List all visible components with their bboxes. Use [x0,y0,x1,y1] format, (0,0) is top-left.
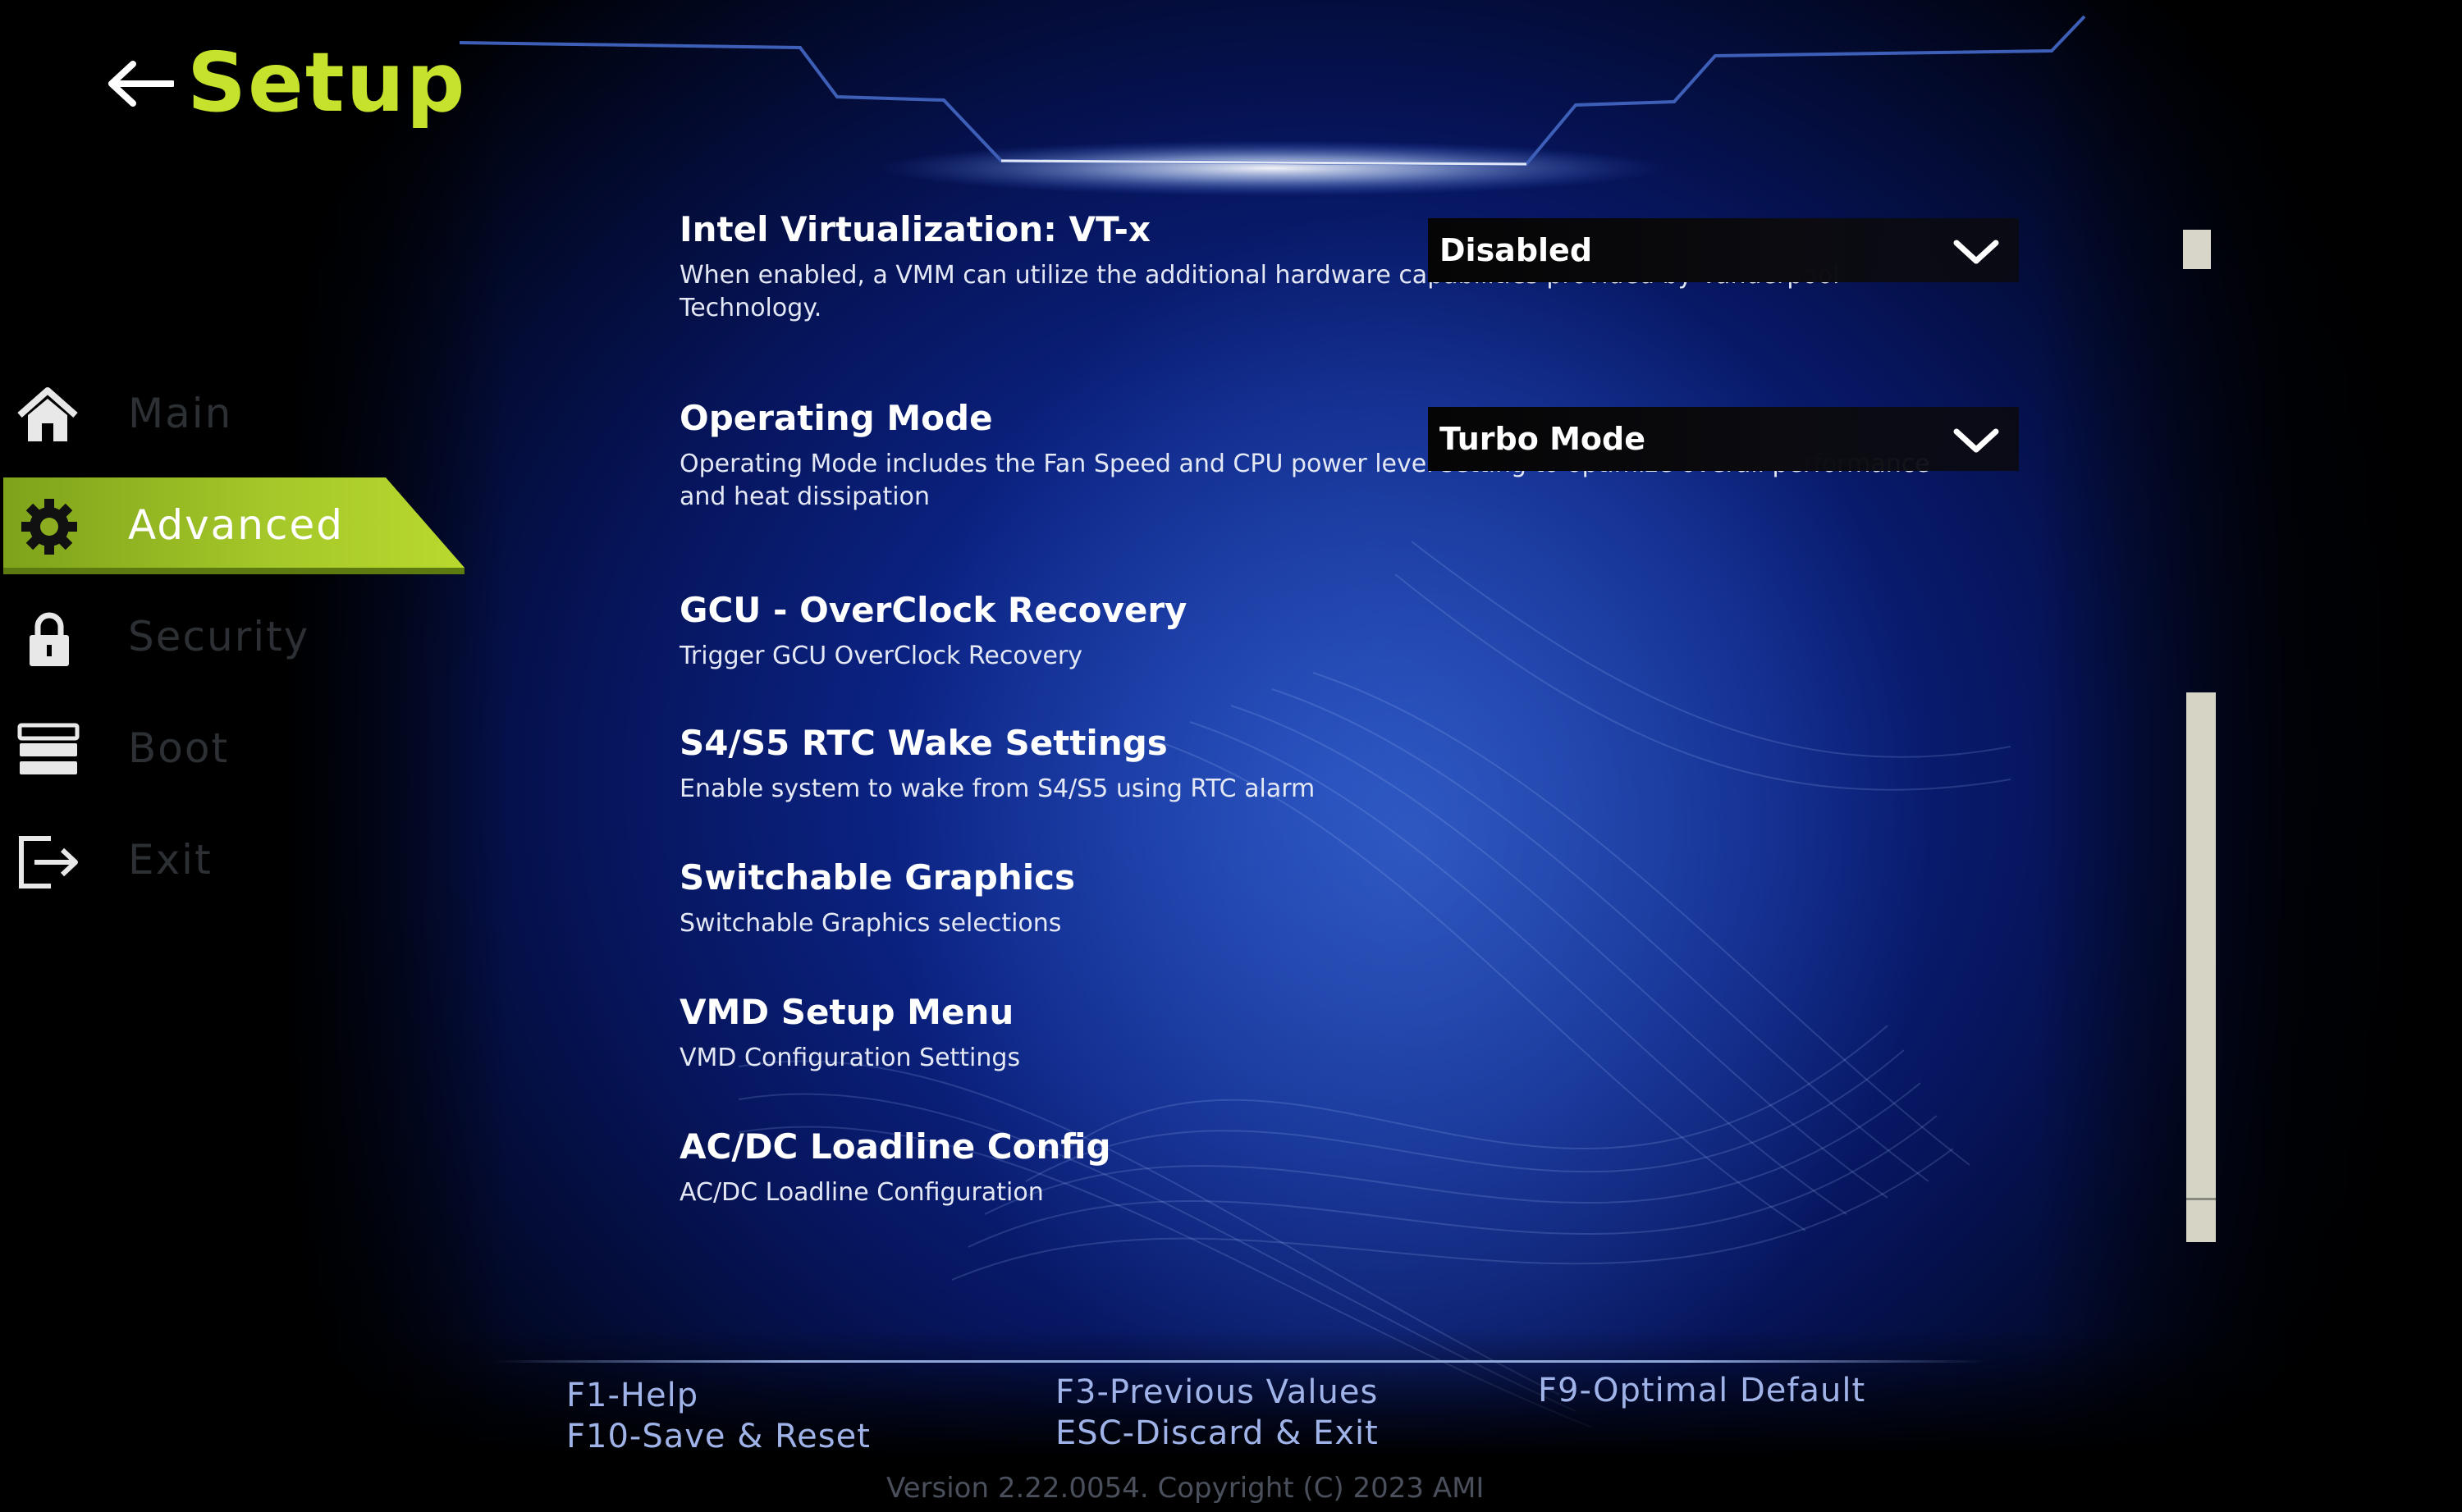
setting-acdc-loadline[interactable]: AC/DC Loadline Config AC/DC Loadline Con… [680,1126,1935,1209]
sidebar-item-label: Security [128,613,310,660]
sidebar-item-advanced[interactable]: Advanced [0,476,468,574]
exit-icon [19,836,78,888]
setting-description: AC/DC Loadline Configuration [680,1178,1044,1207]
version-text: Version 2.22.0054. Copyright (C) 2023 AM… [886,1472,1485,1505]
sidebar-item-security[interactable]: Security [0,587,468,686]
home-icon [17,387,78,441]
footer-divider [492,1360,1986,1363]
scrollbar-thumb[interactable] [2186,692,2216,1242]
hint-esc-discard-exit: ESC-Discard & Exit [1055,1414,1379,1452]
setting-title: Switchable Graphics [680,857,1076,898]
setting-description: Enable system to wake from S4/S5 using R… [680,774,1316,803]
sidebar-item-label: Advanced [128,501,344,549]
operating-mode-dropdown[interactable]: Turbo Mode [1428,407,2019,471]
setting-title: AC/DC Loadline Config [680,1126,1111,1167]
sidebar-item-label: Exit [128,836,213,884]
setting-description: Switchable Graphics selections [680,909,1062,938]
right-shade [2035,0,2462,1512]
bios-screen: Setup Main Advanced Security Boot Exit I… [0,0,2462,1512]
page-title: Setup [187,34,467,130]
stack-icon [17,723,80,774]
setting-title: VMD Setup Menu [680,992,1014,1032]
scrollbar-top-marker[interactable] [2183,230,2211,269]
chevron-down-icon [1953,428,1999,453]
sidebar-item-boot[interactable]: Boot [0,699,468,797]
setting-gcu-overclock-recovery[interactable]: GCU - OverClock Recovery Trigger GCU Ove… [680,589,1935,673]
dropdown-value: Disabled [1439,232,1593,268]
hint-f9-optimal-default: F9-Optimal Default [1538,1372,1866,1409]
dropdown-value: Turbo Mode [1439,421,1645,457]
setting-description: VMD Configuration Settings [680,1044,1021,1072]
vtx-dropdown[interactable]: Disabled [1428,218,2019,282]
setting-switchable-graphics[interactable]: Switchable Graphics Switchable Graphics … [680,856,1935,940]
hint-f10-save-reset: F10-Save & Reset [566,1418,871,1455]
hint-f1-help: F1-Help [566,1377,699,1414]
sidebar-item-label: Main [128,390,233,437]
sidebar-item-exit[interactable]: Exit [0,811,468,909]
sidebar-item-main[interactable]: Main [0,364,468,463]
scrollbar-notch [2186,1198,2216,1200]
hint-f3-previous-values: F3-Previous Values [1055,1373,1379,1411]
chevron-down-icon [1953,240,1999,264]
setting-vmd-setup-menu[interactable]: VMD Setup Menu VMD Configuration Setting… [680,991,1935,1075]
setting-title: S4/S5 RTC Wake Settings [680,723,1168,763]
setting-rtc-wake[interactable]: S4/S5 RTC Wake Settings Enable system to… [680,722,1935,806]
arrow-left-icon[interactable] [105,59,174,108]
gear-icon [21,499,77,555]
setting-description: Trigger GCU OverClock Recovery [680,642,1082,670]
setting-title: GCU - OverClock Recovery [680,590,1188,630]
sidebar-item-label: Boot [128,724,230,772]
lock-icon [30,612,69,666]
